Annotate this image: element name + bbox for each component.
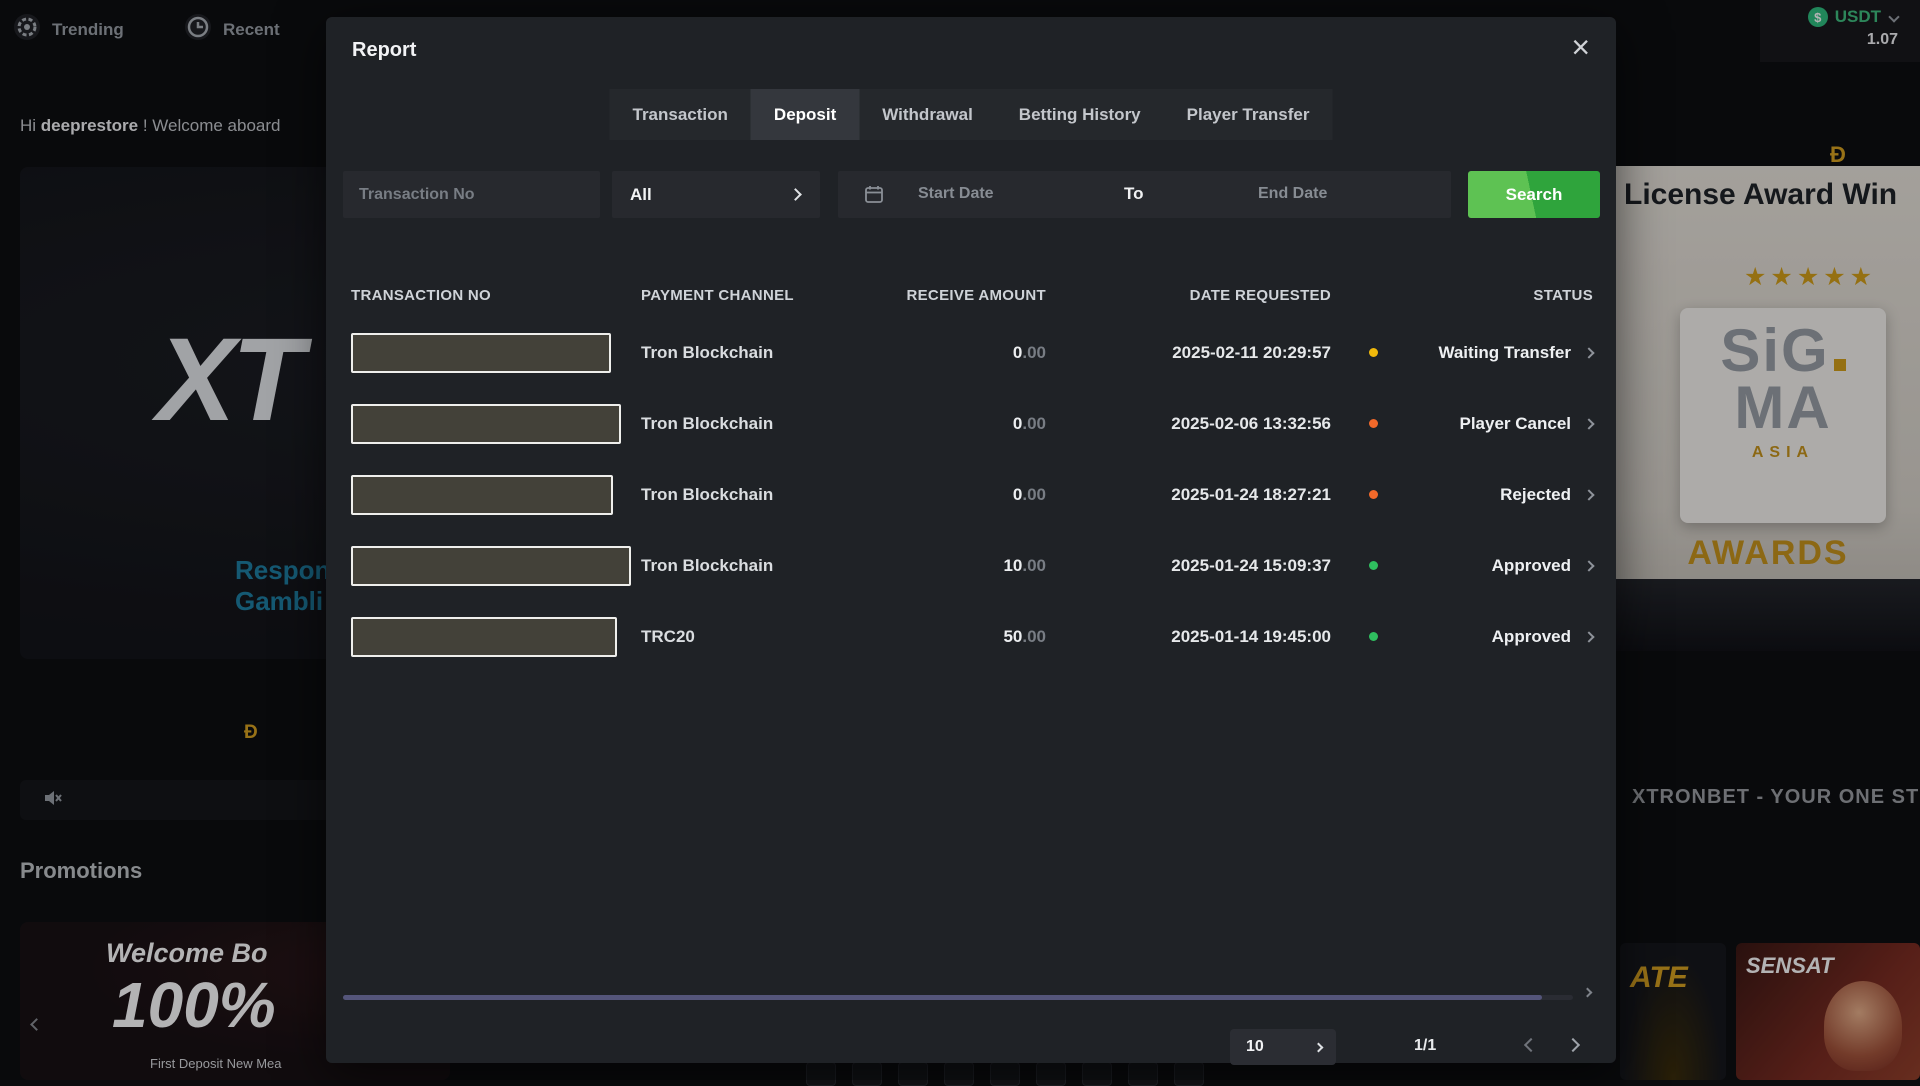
- status-label: Approved: [1378, 627, 1571, 647]
- chevron-right-icon: [789, 188, 802, 201]
- page-indicator: 1/1: [1414, 1037, 1436, 1055]
- scrollbar-thumb[interactable]: [343, 995, 1542, 1000]
- col-status: STATUS: [1331, 287, 1593, 304]
- scroll-right-icon[interactable]: [1583, 988, 1593, 998]
- table-row[interactable]: Tron Blockchain 0.00 2025-02-06 13:32:56…: [326, 388, 1616, 459]
- status-label: Rejected: [1378, 485, 1571, 505]
- modal-title: Report: [352, 39, 416, 62]
- receive-amount-cell: 10.00: [866, 556, 1046, 576]
- tab-withdrawal[interactable]: Withdrawal: [859, 89, 996, 140]
- status-dot: [1369, 632, 1378, 641]
- col-transaction-no: TRANSACTION NO: [351, 287, 641, 304]
- transaction-no-redacted: [351, 404, 621, 444]
- status-label: Approved: [1378, 556, 1571, 576]
- page-size-value: 10: [1246, 1038, 1315, 1056]
- tab-transaction[interactable]: Transaction: [610, 89, 751, 140]
- transaction-no-input[interactable]: [343, 171, 600, 218]
- status-dot: [1369, 561, 1378, 570]
- transaction-no-redacted: [351, 546, 631, 586]
- close-icon[interactable]: ×: [1565, 25, 1596, 69]
- end-date-field[interactable]: End Date: [1258, 185, 1327, 203]
- col-payment-channel: PAYMENT CHANNEL: [641, 287, 866, 304]
- tab-deposit[interactable]: Deposit: [751, 89, 859, 140]
- date-requested-cell: 2025-02-06 13:32:56: [1046, 414, 1331, 434]
- table-row[interactable]: TRC20 50.00 2025-01-14 19:45:00 Approved: [326, 601, 1616, 672]
- next-page-icon[interactable]: [1566, 1038, 1580, 1052]
- receive-amount-cell: 0.00: [866, 485, 1046, 505]
- row-chevron-icon[interactable]: [1583, 347, 1594, 358]
- tab-player-transfer[interactable]: Player Transfer: [1164, 89, 1333, 140]
- payment-channel-cell: TRC20: [641, 627, 866, 647]
- transaction-no-redacted: [351, 475, 613, 515]
- report-modal: Report × Transaction Deposit Withdrawal …: [326, 17, 1616, 1063]
- transaction-no-redacted: [351, 617, 617, 657]
- channel-filter-value: All: [630, 185, 791, 205]
- payment-channel-cell: Tron Blockchain: [641, 414, 866, 434]
- date-requested-cell: 2025-01-24 15:09:37: [1046, 556, 1331, 576]
- horizontal-scrollbar[interactable]: [343, 995, 1573, 1000]
- row-chevron-icon[interactable]: [1583, 631, 1594, 642]
- table-header: TRANSACTION NO PAYMENT CHANNEL RECEIVE A…: [326, 279, 1616, 311]
- receive-amount-cell: 0.00: [866, 414, 1046, 434]
- status-dot: [1369, 490, 1378, 499]
- date-range-to-label: To: [1124, 184, 1144, 204]
- table-row[interactable]: Tron Blockchain 0.00 2025-02-11 20:29:57…: [326, 317, 1616, 388]
- date-requested-cell: 2025-01-14 19:45:00: [1046, 627, 1331, 647]
- status-dot: [1369, 419, 1378, 428]
- table-body: Tron Blockchain 0.00 2025-02-11 20:29:57…: [326, 317, 1616, 672]
- status-dot: [1369, 348, 1378, 357]
- receive-amount-cell: 0.00: [866, 343, 1046, 363]
- col-date-requested: DATE REQUESTED: [1046, 287, 1331, 304]
- table-row[interactable]: Tron Blockchain 10.00 2025-01-24 15:09:3…: [326, 530, 1616, 601]
- payment-channel-cell: Tron Blockchain: [641, 343, 866, 363]
- transaction-no-redacted: [351, 333, 611, 373]
- payment-channel-cell: Tron Blockchain: [641, 485, 866, 505]
- col-receive-amount: RECEIVE AMOUNT: [866, 287, 1046, 304]
- date-range-picker[interactable]: Start Date To End Date: [838, 171, 1451, 218]
- row-chevron-icon[interactable]: [1583, 560, 1594, 571]
- status-label: Waiting Transfer: [1378, 343, 1571, 363]
- prev-page-icon[interactable]: [1524, 1038, 1538, 1052]
- status-label: Player Cancel: [1378, 414, 1571, 434]
- pagination-bar: 10 1/1: [326, 1029, 1616, 1065]
- channel-filter-dropdown[interactable]: All: [612, 171, 820, 218]
- table-row[interactable]: Tron Blockchain 0.00 2025-01-24 18:27:21…: [326, 459, 1616, 530]
- filter-row: All Start Date To End Date Search: [326, 171, 1616, 218]
- payment-channel-cell: Tron Blockchain: [641, 556, 866, 576]
- calendar-icon: [864, 184, 884, 209]
- chevron-right-icon: [1314, 1042, 1324, 1052]
- receive-amount-cell: 50.00: [866, 627, 1046, 647]
- start-date-field[interactable]: Start Date: [918, 185, 994, 203]
- search-button[interactable]: Search: [1468, 171, 1600, 218]
- report-tabs: Transaction Deposit Withdrawal Betting H…: [610, 89, 1333, 140]
- row-chevron-icon[interactable]: [1583, 489, 1594, 500]
- date-requested-cell: 2025-01-24 18:27:21: [1046, 485, 1331, 505]
- tab-betting-history[interactable]: Betting History: [996, 89, 1164, 140]
- page-size-dropdown[interactable]: 10: [1230, 1029, 1336, 1065]
- row-chevron-icon[interactable]: [1583, 418, 1594, 429]
- date-requested-cell: 2025-02-11 20:29:57: [1046, 343, 1331, 363]
